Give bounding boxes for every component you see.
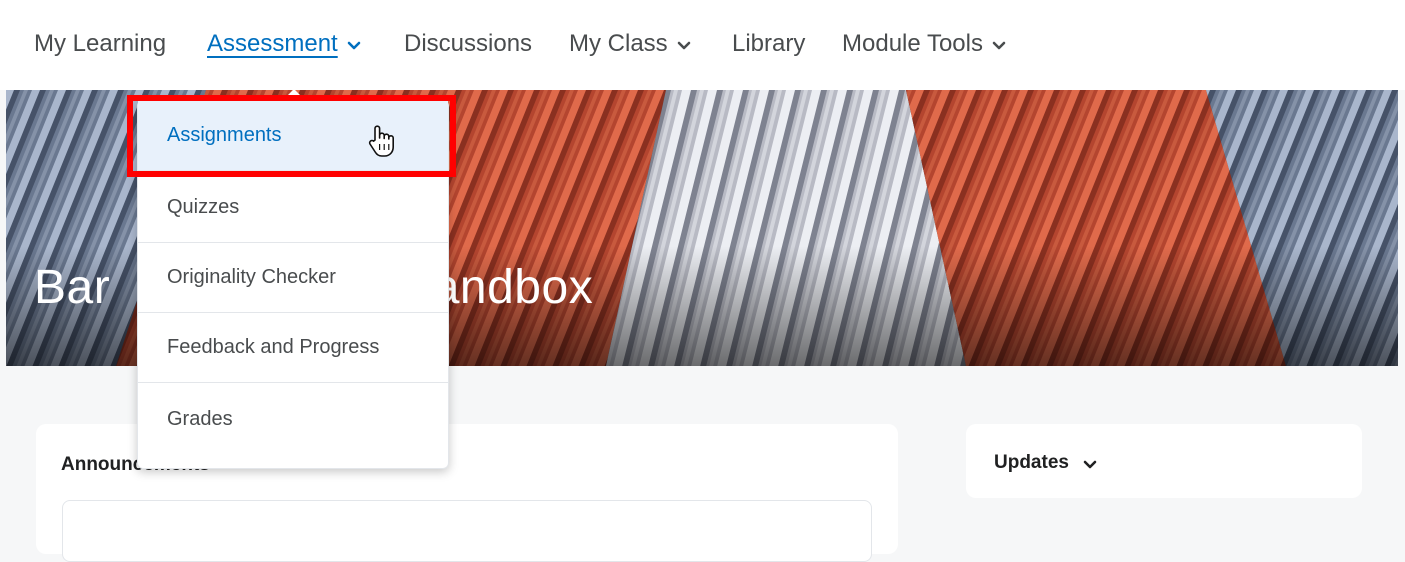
- nav-discussions[interactable]: Discussions: [404, 30, 532, 58]
- nav-assessment[interactable]: Assessment: [207, 30, 361, 58]
- updates-toggle[interactable]: Updates: [994, 452, 1097, 474]
- updates-widget: Updates: [966, 424, 1362, 498]
- menu-item-feedback-and-progress[interactable]: Feedback and Progress: [138, 313, 448, 383]
- menu-item-label: Quizzes: [167, 196, 240, 218]
- nav-library[interactable]: Library: [732, 30, 805, 58]
- menu-item-label: Originality Checker: [167, 266, 336, 288]
- dropdown-caret: [283, 89, 305, 100]
- menu-item-label: Feedback and Progress: [167, 336, 380, 358]
- nav-label: Assessment: [207, 30, 338, 57]
- nav-label: Module Tools: [842, 30, 983, 57]
- chevron-down-icon: [1083, 460, 1097, 470]
- nav-label: My Class: [569, 30, 668, 57]
- updates-title: Updates: [994, 452, 1069, 473]
- chevron-down-icon: [992, 41, 1006, 51]
- nav-module-tools[interactable]: Module Tools: [842, 30, 1006, 58]
- announcements-content: [62, 500, 872, 562]
- menu-item-assignments[interactable]: Assignments: [138, 101, 448, 171]
- menu-item-grades[interactable]: Grades: [138, 384, 448, 454]
- nav-my-learning[interactable]: My Learning: [34, 30, 166, 58]
- menu-item-originality-checker[interactable]: Originality Checker: [138, 243, 448, 313]
- menu-item-label: Grades: [167, 407, 233, 430]
- chevron-down-icon: [677, 41, 691, 51]
- nav-my-class[interactable]: My Class: [569, 30, 691, 58]
- nav-label: My Learning: [34, 30, 167, 57]
- hand-pointer-icon: [367, 124, 395, 158]
- course-navbar: My Learning Assessment Discussions My Cl…: [0, 0, 1405, 90]
- nav-label: Discussions: [404, 30, 533, 57]
- nav-label: Library: [732, 30, 806, 57]
- menu-item-quizzes[interactable]: Quizzes: [138, 173, 448, 243]
- menu-item-label: Assignments: [167, 124, 282, 146]
- course-title-part-left: Bar: [34, 261, 111, 314]
- chevron-down-icon: [347, 41, 361, 51]
- assessment-dropdown-menu: Assignments Quizzes Originality Checker …: [137, 100, 449, 469]
